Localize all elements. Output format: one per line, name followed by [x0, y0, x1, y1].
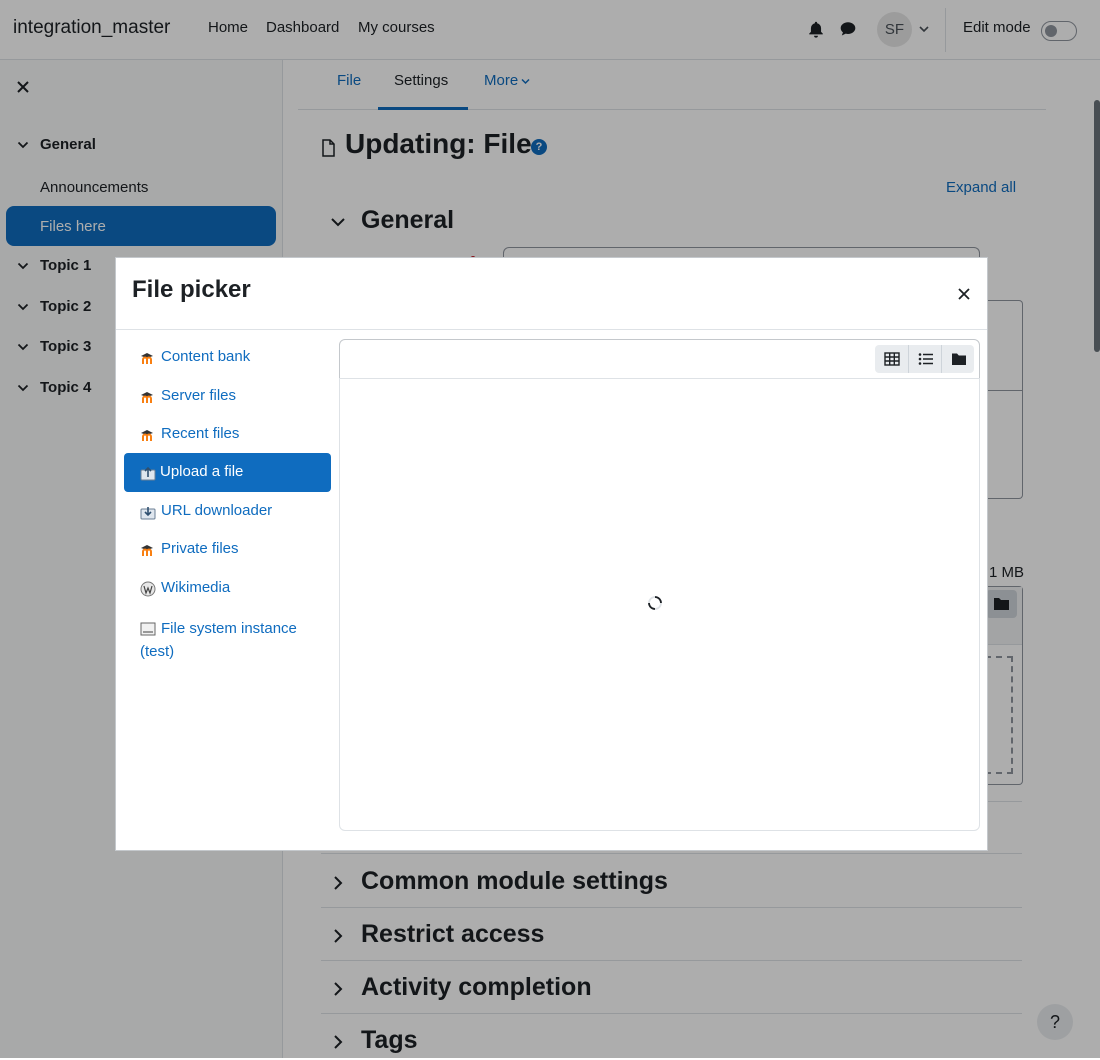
close-icon[interactable]	[957, 287, 971, 301]
dialog-title: File picker	[132, 276, 251, 303]
loading-spinner-icon	[648, 596, 662, 610]
view-tree-button[interactable]	[941, 345, 974, 373]
repo-label: Recent files	[161, 425, 240, 442]
moodle-icon	[141, 430, 153, 441]
upload-icon	[140, 466, 156, 481]
repo-label: Upload a file	[160, 463, 244, 480]
repo-upload-a-file[interactable]: Upload a file	[124, 453, 331, 492]
moodle-icon	[141, 545, 153, 556]
dialog-header-divider	[116, 329, 987, 330]
repo-label: Private files	[161, 540, 239, 557]
folder-icon	[952, 353, 966, 365]
moodle-icon	[141, 392, 153, 403]
file-picker-dialog: File picker Content bank Server files Re…	[115, 257, 988, 851]
repo-file-system-instance[interactable]: File system instance (test)	[140, 617, 320, 663]
wikimedia-icon	[140, 581, 156, 597]
url-downloader-icon	[140, 507, 156, 520]
grid-icon	[884, 352, 900, 366]
view-icons-button[interactable]	[875, 345, 908, 373]
file-picker-content	[339, 378, 980, 831]
moodle-icon	[141, 353, 153, 364]
file-picker-toolbar	[339, 339, 980, 381]
repo-label: Server files	[161, 387, 237, 404]
repo-label: Wikimedia	[161, 579, 231, 596]
list-icon	[918, 353, 933, 365]
repo-label: Content bank	[161, 348, 251, 365]
view-mode-toggle	[875, 345, 974, 373]
repo-label: URL downloader	[161, 502, 273, 519]
repo-label: File system instance (test)	[140, 620, 297, 660]
filesystem-icon	[140, 622, 156, 636]
view-list-button[interactable]	[908, 345, 941, 373]
